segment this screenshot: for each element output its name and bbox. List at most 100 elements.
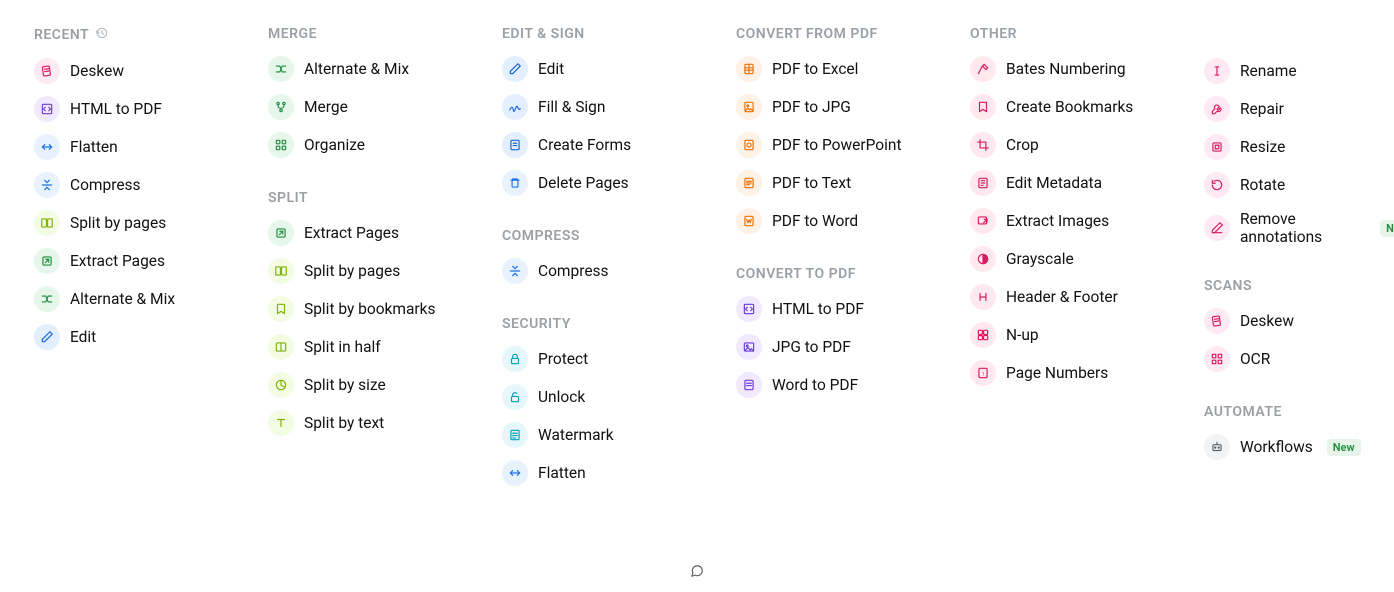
doc-icon [736, 372, 762, 398]
tool-label: PDF to PowerPoint [772, 136, 902, 154]
tool-label: Rename [1240, 62, 1297, 80]
tool-html-to-pdf[interactable]: HTML to PDF [34, 92, 244, 126]
tool-remove-annotations[interactable]: Remove annotationsNew [1204, 206, 1394, 250]
tool-organize[interactable]: Organize [268, 128, 478, 162]
tool-compress[interactable]: Compress [34, 168, 244, 202]
tool-flatten[interactable]: Flatten [34, 130, 244, 164]
altmix-icon [34, 286, 60, 312]
robot-icon [1204, 434, 1230, 460]
tool-extract-pages[interactable]: Extract Pages [268, 216, 478, 250]
tool-alternate-mix[interactable]: Alternate & Mix [268, 52, 478, 86]
tool-label: N-up [1006, 326, 1039, 344]
gray-icon [970, 246, 996, 272]
ocr-icon [1204, 346, 1230, 372]
tool-label: Watermark [538, 426, 614, 444]
tool-ocr[interactable]: OCR [1204, 342, 1394, 376]
tool-label: Protect [538, 350, 588, 368]
tool-jpg-to-pdf[interactable]: JPG to PDF [736, 330, 946, 364]
chat-bar[interactable] [0, 558, 1394, 592]
tool-split-by-bookmarks[interactable]: Split by bookmarks [268, 292, 478, 326]
compress-icon [502, 258, 528, 284]
tool-edit[interactable]: Edit [502, 52, 712, 86]
tool-label: Extract Pages [304, 224, 399, 242]
tool-label: Merge [304, 98, 348, 116]
tool-alternate-mix[interactable]: Alternate & Mix [34, 282, 244, 316]
tool-delete-pages[interactable]: Delete Pages [502, 166, 712, 200]
tool-deskew[interactable]: Deskew [34, 54, 244, 88]
tool-protect[interactable]: Protect [502, 342, 712, 376]
new-badge: New [1327, 439, 1361, 456]
tool-rotate[interactable]: Rotate [1204, 168, 1394, 202]
tool-label: Delete Pages [538, 174, 629, 192]
tool-extract-pages[interactable]: Extract Pages [34, 244, 244, 278]
tool-edit[interactable]: Edit [34, 320, 244, 354]
tool-watermark[interactable]: Watermark [502, 418, 712, 452]
tool-split-in-half[interactable]: Split in half [268, 330, 478, 364]
deskew-icon [1204, 308, 1230, 334]
edit-icon [34, 324, 60, 350]
section-title-text: CONVERT TO PDF [736, 266, 856, 282]
section-title-text: COMPRESS [502, 228, 580, 244]
section-title-text: RECENT [34, 27, 89, 43]
tool-header-footer[interactable]: Header & Footer [970, 280, 1180, 314]
tool-compress[interactable]: Compress [502, 254, 712, 288]
tool-label: Create Bookmarks [1006, 98, 1133, 116]
tool-repair[interactable]: Repair [1204, 92, 1394, 126]
tool-pdf-to-excel[interactable]: PDF to Excel [736, 52, 946, 86]
crop-icon [970, 132, 996, 158]
flatten-icon [34, 134, 60, 160]
tool-split-by-pages[interactable]: Split by pages [34, 206, 244, 240]
compress-icon [34, 172, 60, 198]
tool-split-by-size[interactable]: Split by size [268, 368, 478, 402]
tool-pdf-to-word[interactable]: PDF to Word [736, 204, 946, 238]
section-title-text: SPLIT [268, 190, 308, 206]
tool-label: Organize [304, 136, 365, 154]
tool-workflows[interactable]: Workflows New [1204, 430, 1394, 464]
tool-deskew[interactable]: Deskew [1204, 304, 1394, 338]
tool-label: Rotate [1240, 176, 1285, 194]
tool-label: PDF to JPG [772, 98, 851, 116]
tool-grayscale[interactable]: Grayscale [970, 242, 1180, 276]
word-icon [736, 208, 762, 234]
tool-label: Header & Footer [1006, 288, 1118, 306]
tool-pdf-to-powerpoint[interactable]: PDF to PowerPoint [736, 128, 946, 162]
tool-label: Remove annotations [1240, 210, 1366, 246]
tool-n-up[interactable]: N-up [970, 318, 1180, 352]
pnum-icon: 1 [970, 360, 996, 386]
tool-label: Word to PDF [772, 376, 858, 394]
tool-edit-metadata[interactable]: Edit Metadata [970, 166, 1180, 200]
tool-fill-sign[interactable]: Fill & Sign [502, 90, 712, 124]
tool-extract-images[interactable]: Extract Images [970, 204, 1180, 238]
tool-html-to-pdf[interactable]: HTML to PDF [736, 292, 946, 326]
tool-page-numbers[interactable]: 1Page Numbers [970, 356, 1180, 390]
txt-icon [736, 170, 762, 196]
forms-icon [502, 132, 528, 158]
tool-crop[interactable]: Crop [970, 128, 1180, 162]
tool-split-by-text[interactable]: Split by text [268, 406, 478, 440]
section-title: SCANS [1204, 278, 1394, 294]
tool-label: Workflows [1240, 438, 1313, 456]
tool-pdf-to-jpg[interactable]: PDF to JPG [736, 90, 946, 124]
tool-label: Fill & Sign [538, 98, 605, 116]
tool-label: Create Forms [538, 136, 631, 154]
tool-rename[interactable]: Rename [1204, 54, 1394, 88]
tool-label: Compress [538, 262, 609, 280]
tool-bates-numbering[interactable]: Bates Numbering [970, 52, 1180, 86]
tool-label: Split by bookmarks [304, 300, 436, 318]
section-title: SPLIT [268, 190, 478, 206]
tool-unlock[interactable]: Unlock [502, 380, 712, 414]
tool-resize[interactable]: Resize [1204, 130, 1394, 164]
tool-word-to-pdf[interactable]: Word to PDF [736, 368, 946, 402]
tool-create-forms[interactable]: Create Forms [502, 128, 712, 162]
section-title-text: SCANS [1204, 278, 1252, 294]
section-title: RECENT [34, 26, 244, 44]
tool-flatten[interactable]: Flatten [502, 456, 712, 490]
tool-merge[interactable]: Merge [268, 90, 478, 124]
svg-text:1: 1 [982, 371, 985, 377]
tool-label: Split in half [304, 338, 381, 356]
tool-pdf-to-text[interactable]: PDF to Text [736, 166, 946, 200]
chat-icon [690, 564, 704, 582]
tool-create-bookmarks[interactable]: Create Bookmarks [970, 90, 1180, 124]
tool-split-by-pages[interactable]: Split by pages [268, 254, 478, 288]
section-edit-sign: EDIT & SIGNEditFill & SignCreate FormsDe… [502, 26, 712, 200]
